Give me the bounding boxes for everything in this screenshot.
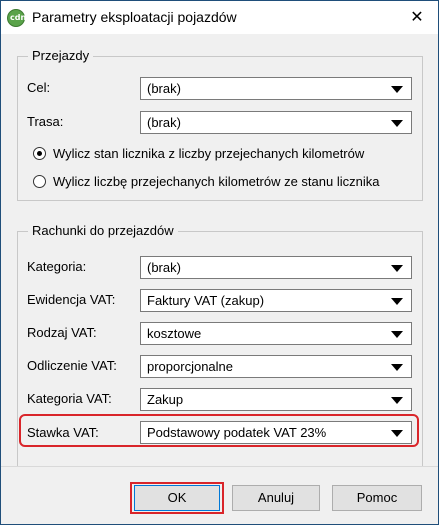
rodzaj-combo[interactable]: kosztowe [140,322,412,345]
stawka-combo-value: Podstawowy podatek VAT 23% [147,425,327,440]
radio-km-ze-licznika[interactable]: Wylicz liczbę przejechanych kilometrów z… [33,174,413,190]
radio-button-checked[interactable] [33,147,46,160]
kategoria-combo-value: (brak) [147,260,181,275]
pomoc-button[interactable]: Pomoc [332,485,422,511]
kategoria-vat-combo-value: Zakup [147,392,184,407]
radio-licznik-z-km-label: Wylicz stan licznika z liczby przejechan… [53,146,365,161]
chevron-down-icon [391,364,403,371]
chevron-down-icon [391,331,403,338]
kategoria-vat-label: Kategoria VAT: [27,391,112,406]
dialog-window: cdn Parametry eksploatacji pojazdów ✕ Pr… [0,0,439,525]
chevron-down-icon [391,86,403,93]
rodzaj-label: Rodzaj VAT: [27,325,97,340]
kategoria-label: Kategoria: [27,259,87,274]
ewidencja-combo-value: Faktury VAT (zakup) [147,293,265,308]
cel-combo-value: (brak) [147,81,181,96]
close-icon[interactable]: ✕ [405,6,429,28]
radio-km-ze-licznika-label: Wylicz liczbę przejechanych kilometrów z… [53,174,380,189]
cel-label: Cel: [27,80,51,95]
trasa-combo[interactable]: (brak) [140,111,412,134]
trasa-combo-value: (brak) [147,115,181,130]
trasa-label: Trasa: [27,114,64,129]
ewidencja-combo[interactable]: Faktury VAT (zakup) [140,289,412,312]
kategoria-combo[interactable]: (brak) [140,256,412,279]
chevron-down-icon [391,120,403,127]
app-icon-text: cdn [10,13,27,22]
odliczenie-combo[interactable]: proporcjonalne [140,355,412,378]
stawka-label: Stawka VAT: [27,425,99,440]
ewidencja-label: Ewidencja VAT: [27,292,116,307]
chevron-down-icon [391,265,403,272]
radio-button[interactable] [33,175,46,188]
group-rachunki-legend: Rachunki do przejazdów [28,223,178,238]
stawka-combo[interactable]: Podstawowy podatek VAT 23% [140,421,412,444]
chevron-down-icon [391,430,403,437]
group-przejazdy-legend: Przejazdy [28,48,94,63]
window-title: Parametry eksploatacji pojazdów [32,9,237,25]
dialog-body: Przejazdy Cel: (brak) Trasa: (brak) Wyli… [1,34,438,524]
title-bar: cdn Parametry eksploatacji pojazdów ✕ [1,1,438,34]
rodzaj-combo-value: kosztowe [147,326,202,341]
ok-button[interactable]: OK [134,485,220,511]
radio-licznik-z-km[interactable]: Wylicz stan licznika z liczby przejechan… [33,146,413,162]
group-rachunki: Rachunki do przejazdów Kategoria: (brak)… [17,223,423,486]
cdn-logo-icon: cdn [7,9,27,27]
cel-combo[interactable]: (brak) [140,77,412,100]
odliczenie-combo-value: proporcjonalne [147,359,234,374]
chevron-down-icon [391,298,403,305]
group-przejazdy: Przejazdy Cel: (brak) Trasa: (brak) Wyli… [17,48,423,201]
anuluj-button[interactable]: Anuluj [232,485,320,511]
kategoria-vat-combo[interactable]: Zakup [140,388,412,411]
odliczenie-label: Odliczenie VAT: [27,358,117,373]
chevron-down-icon [391,397,403,404]
dialog-footer: OK Anuluj Pomoc [1,466,438,524]
